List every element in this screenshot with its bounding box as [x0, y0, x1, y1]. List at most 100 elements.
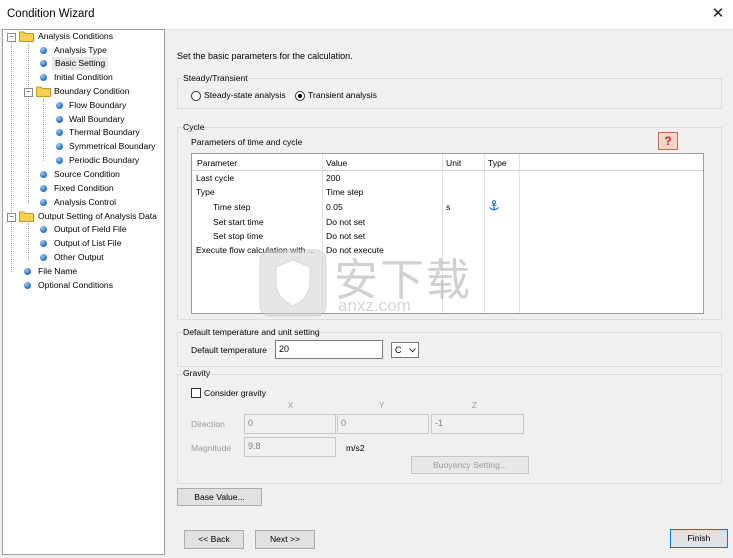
- gravity-group-label: Gravity: [183, 368, 211, 378]
- instruction-text: Set the basic parameters for the calcula…: [177, 51, 353, 61]
- tree-item-output-setting[interactable]: − Output Setting of Analysis Data: [3, 210, 163, 223]
- tree-item-label: Output Setting of Analysis Data: [38, 211, 157, 221]
- bullet-icon: [40, 47, 47, 54]
- direction-label: Direction: [191, 419, 225, 429]
- collapse-icon[interactable]: −: [7, 33, 16, 42]
- bullet-icon: [24, 282, 31, 289]
- param-time-step: Time step: [213, 202, 251, 212]
- watermark-subtext: anxz.com: [338, 296, 411, 315]
- cycle-subtitle: Parameters of time and cycle: [191, 137, 303, 147]
- value-start-time[interactable]: Do not set: [326, 217, 365, 227]
- bullet-icon: [40, 185, 47, 192]
- value-stop-time[interactable]: Do not set: [326, 231, 365, 241]
- steady-state-radio[interactable]: [191, 91, 201, 101]
- value-last-cycle[interactable]: 200: [326, 173, 340, 183]
- bullet-icon: [56, 116, 63, 123]
- tree-item-label: Source Condition: [54, 169, 120, 179]
- folder-icon: [19, 211, 34, 222]
- shield-icon: [259, 249, 327, 317]
- value-type[interactable]: Time step: [326, 187, 363, 197]
- bullet-icon: [56, 102, 63, 109]
- temperature-group-label: Default temperature and unit setting: [183, 327, 320, 337]
- back-button[interactable]: << Back: [184, 530, 244, 549]
- unit-time-step: s: [446, 202, 451, 212]
- temperature-unit-value: C: [395, 345, 402, 355]
- tree-item-analysis-type[interactable]: Analysis Type: [3, 44, 163, 57]
- collapse-icon[interactable]: −: [7, 213, 16, 222]
- tree-item-label: Other Output: [54, 252, 104, 262]
- next-button[interactable]: Next >>: [255, 530, 315, 549]
- header-divider: [192, 170, 703, 171]
- bullet-icon: [40, 226, 47, 233]
- column-header-type[interactable]: Type: [488, 158, 507, 168]
- tree-item-initial-condition[interactable]: Initial Condition: [3, 71, 163, 84]
- tree-item-wall-boundary[interactable]: Wall Boundary: [3, 113, 163, 126]
- column-divider: [519, 154, 520, 313]
- default-temperature-label: Default temperature: [191, 345, 267, 355]
- tree-item-label: Output of List File: [54, 238, 122, 248]
- tree-item-label: Thermal Boundary: [69, 127, 140, 137]
- bullet-icon: [56, 129, 63, 136]
- default-temperature-input[interactable]: 20: [275, 340, 383, 359]
- tree-item-label: Basic Setting: [52, 57, 109, 70]
- bullet-icon: [40, 74, 47, 81]
- magnitude-label: Magnitude: [191, 443, 232, 453]
- direction-z-input[interactable]: -1: [431, 414, 524, 434]
- tree-item-file-name[interactable]: File Name: [3, 265, 163, 278]
- watermark: 安下载 anxz.com: [258, 242, 508, 322]
- tree-item-label: Flow Boundary: [69, 100, 127, 110]
- tree-item-thermal-boundary[interactable]: Thermal Boundary: [3, 126, 163, 139]
- buoyancy-setting-button[interactable]: Buoyancy Setting...: [411, 456, 529, 474]
- bullet-icon: [56, 157, 63, 164]
- chevron-down-icon: [409, 348, 416, 353]
- tree-item-boundary-condition[interactable]: − Boundary Condition: [3, 85, 163, 98]
- help-icon[interactable]: ?: [658, 132, 678, 150]
- anchor-icon[interactable]: [488, 200, 500, 212]
- bullet-icon: [40, 254, 47, 261]
- tree-item-label: Initial Condition: [54, 72, 113, 82]
- magnitude-unit: m/s2: [346, 443, 365, 453]
- column-header-value[interactable]: Value: [326, 158, 347, 168]
- param-start-time: Set start time: [213, 217, 264, 227]
- direction-x-input[interactable]: 0: [244, 414, 336, 434]
- tree-item-fixed-condition[interactable]: Fixed Condition: [3, 182, 163, 195]
- finish-button[interactable]: Finish: [670, 529, 728, 548]
- tree-item-symmetrical-boundary[interactable]: Symmetrical Boundary: [3, 140, 163, 153]
- tree-item-output-field-file[interactable]: Output of Field File: [3, 223, 163, 236]
- tree-item-label: Wall Boundary: [69, 114, 125, 124]
- tree-item-analysis-control[interactable]: Analysis Control: [3, 196, 163, 209]
- title-bar: [0, 0, 733, 30]
- tree-item-source-condition[interactable]: Source Condition: [3, 168, 163, 181]
- value-time-step[interactable]: 0.05: [326, 202, 343, 212]
- tree-item-label: Symmetrical Boundary: [69, 141, 156, 151]
- column-header-parameter[interactable]: Parameter: [197, 158, 237, 168]
- close-icon[interactable]: ✕: [708, 4, 728, 24]
- tree-item-output-list-file[interactable]: Output of List File: [3, 237, 163, 250]
- tree-item-flow-boundary[interactable]: Flow Boundary: [3, 99, 163, 112]
- magnitude-input[interactable]: 9.8: [244, 437, 336, 457]
- tree-item-analysis-conditions[interactable]: − Analysis Conditions: [3, 30, 163, 43]
- tree-item-label: Boundary Condition: [54, 86, 130, 96]
- tree-item-label: Fixed Condition: [54, 183, 114, 193]
- consider-gravity-label: Consider gravity: [204, 388, 267, 398]
- bullet-icon: [56, 143, 63, 150]
- direction-y-input[interactable]: 0: [337, 414, 429, 434]
- bullet-icon: [40, 240, 47, 247]
- consider-gravity-checkbox[interactable]: [191, 388, 201, 398]
- tree-item-basic-setting[interactable]: Basic Setting: [3, 57, 163, 70]
- folder-icon: [19, 31, 34, 42]
- tree-item-other-output[interactable]: Other Output: [3, 251, 163, 264]
- tree-item-periodic-boundary[interactable]: Periodic Boundary: [3, 154, 163, 167]
- steady-state-label: Steady-state analysis: [204, 90, 286, 100]
- temperature-unit-select[interactable]: C: [391, 342, 419, 358]
- column-header-unit[interactable]: Unit: [446, 158, 461, 168]
- folder-icon: [36, 86, 51, 97]
- tree-item-label: Output of Field File: [54, 224, 127, 234]
- navigation-tree: − Analysis Conditions Analysis Type Basi…: [2, 29, 165, 555]
- base-value-button[interactable]: Base Value...: [177, 488, 262, 506]
- param-last-cycle: Last cycle: [196, 173, 235, 183]
- collapse-icon[interactable]: −: [24, 88, 33, 97]
- transient-radio[interactable]: [295, 91, 305, 101]
- tree-item-optional-conditions[interactable]: Optional Conditions: [3, 279, 163, 292]
- bullet-icon: [40, 171, 47, 178]
